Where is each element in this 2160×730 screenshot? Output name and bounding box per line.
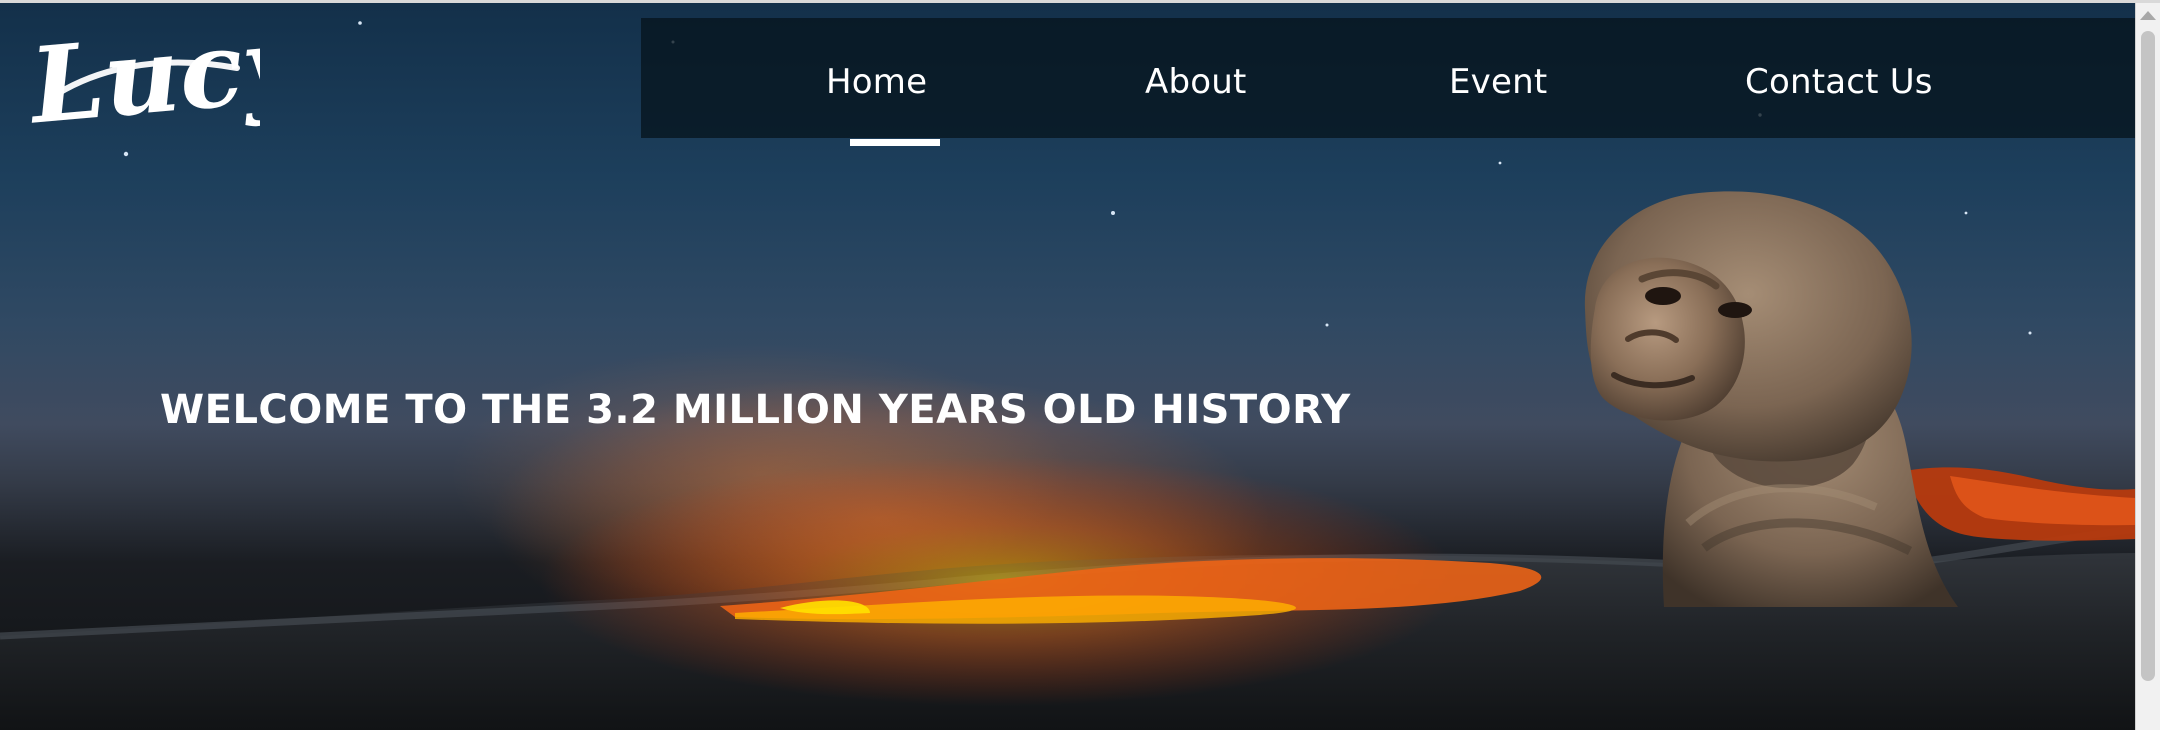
nav-contact-us[interactable]: Contact Us [1745,56,1933,108]
scroll-up-icon[interactable] [2140,11,2156,20]
lucy-logo-mark: Lucy [23,1,315,148]
lucy-figure [1584,191,1958,607]
star [1325,323,1329,327]
main-navigation: Home About Event Contact Us [641,18,2136,138]
lucy-left-eye [1645,287,1681,305]
nav-home[interactable]: Home [826,56,927,108]
star [358,21,362,25]
vertical-scrollbar[interactable] [2135,3,2160,730]
nav-about[interactable]: About [1145,56,1246,108]
logo[interactable]: Lucy [23,1,315,152]
star [1964,211,1968,215]
active-nav-indicator [850,139,940,146]
star [2028,331,2032,335]
lucy-face [1590,257,1745,421]
hero-headline: WELCOME TO THE 3.2 MILLION YEARS OLD HIS… [160,386,1351,433]
page: Lucy Home About Event Contact Us WELCOME… [0,0,2160,730]
logo-text: Lucy [30,12,260,148]
scrollbar-thumb[interactable] [2141,31,2155,681]
star [1498,161,1502,165]
lucy-right-eye [1718,302,1752,318]
star [123,151,129,157]
browser-top-border [0,0,2160,3]
nav-event[interactable]: Event [1449,56,1547,108]
star [1111,211,1115,215]
